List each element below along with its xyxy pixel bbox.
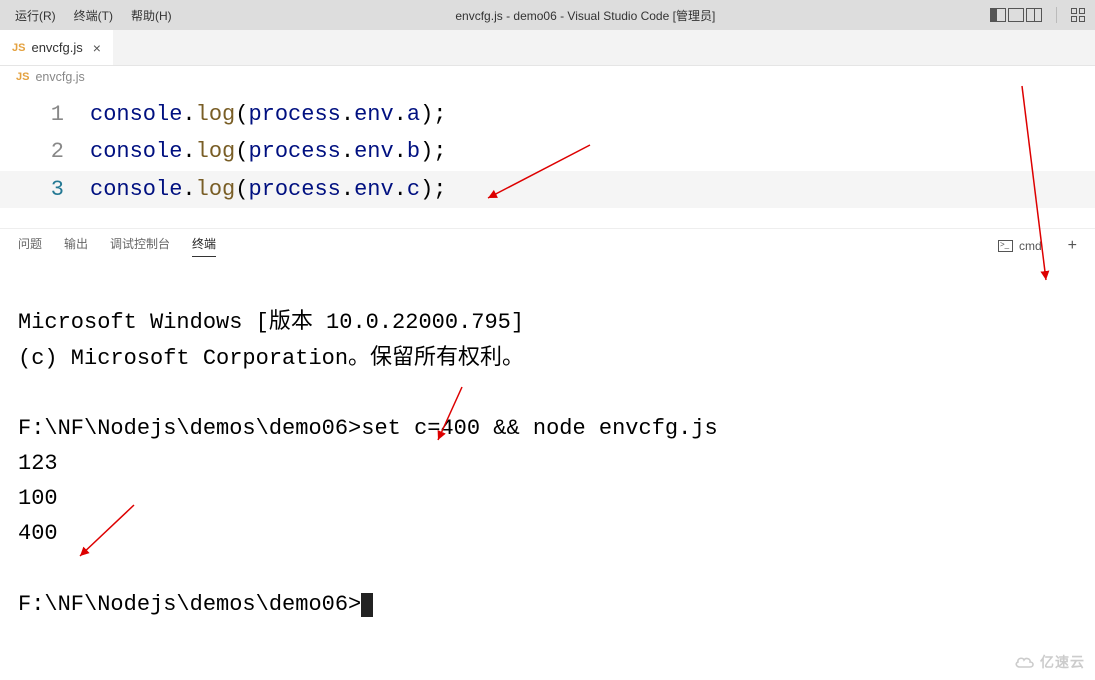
terminal-output[interactable]: Microsoft Windows [版本 10.0.22000.795] (c… <box>0 262 1095 640</box>
terminal-prompt: F:\NF\Nodejs\demos\demo06> <box>18 416 361 441</box>
terminal-icon <box>998 240 1013 252</box>
menu-bar: 运行(R) 终端(T) 帮助(H) <box>6 7 181 24</box>
code-editor[interactable]: 1 console.log(process.env.a); 2 console.… <box>0 88 1095 228</box>
panel-tab-bar: 问题 输出 调试控制台 终端 cmd + <box>0 228 1095 262</box>
customize-layout-icon[interactable] <box>1071 8 1089 22</box>
code-line: 1 console.log(process.env.a); <box>0 96 1095 133</box>
panel-tab-terminal[interactable]: 终端 <box>192 235 216 257</box>
breadcrumb-file: envcfg.js <box>35 70 84 84</box>
code-text: console.log(process.env.a); <box>90 96 446 133</box>
window-title: envcfg.js - demo06 - Visual Studio Code … <box>181 7 990 24</box>
close-tab-icon[interactable]: × <box>93 40 101 56</box>
panel-tab-output[interactable]: 输出 <box>64 235 88 256</box>
new-terminal-icon[interactable]: + <box>1068 237 1077 255</box>
breadcrumb[interactable]: JS envcfg.js <box>0 66 1095 88</box>
tab-label: envcfg.js <box>31 40 82 55</box>
menu-terminal[interactable]: 终端(T) <box>65 7 122 24</box>
terminal-line: 100 <box>18 486 58 511</box>
js-file-icon: JS <box>12 42 25 54</box>
panel-tab-debug[interactable]: 调试控制台 <box>110 235 170 256</box>
code-line: 3 console.log(process.env.c); <box>0 171 1095 208</box>
terminal-line: 123 <box>18 451 58 476</box>
watermark: 亿速云 <box>1014 652 1085 672</box>
terminal-shell-name: cmd <box>1019 239 1042 253</box>
terminal-prompt: F:\NF\Nodejs\demos\demo06> <box>18 592 361 617</box>
code-text: console.log(process.env.c); <box>90 171 446 208</box>
panel-tab-problems[interactable]: 问题 <box>18 235 42 256</box>
layout-left-icon[interactable] <box>990 8 1006 22</box>
layout-right-icon[interactable] <box>1026 8 1042 22</box>
titlebar-right <box>990 7 1089 23</box>
line-number: 3 <box>0 171 90 208</box>
menu-run[interactable]: 运行(R) <box>6 7 65 24</box>
layout-bottom-icon[interactable] <box>1008 8 1024 22</box>
cloud-icon <box>1014 654 1036 670</box>
line-number: 2 <box>0 133 90 170</box>
terminal-command: set c=400 && node envcfg.js <box>361 416 717 441</box>
code-line: 2 console.log(process.env.b); <box>0 133 1095 170</box>
editor-tab-bar: JS envcfg.js × <box>0 30 1095 66</box>
js-file-icon: JS <box>16 71 29 83</box>
menu-help[interactable]: 帮助(H) <box>122 7 181 24</box>
code-text: console.log(process.env.b); <box>90 133 446 170</box>
terminal-line: (c) Microsoft Corporation。保留所有权利。 <box>18 346 524 371</box>
terminal-shell-selector[interactable]: cmd <box>998 239 1042 253</box>
line-number: 1 <box>0 96 90 133</box>
terminal-line: Microsoft Windows [版本 10.0.22000.795] <box>18 310 524 335</box>
titlebar: 运行(R) 终端(T) 帮助(H) envcfg.js - demo06 - V… <box>0 0 1095 30</box>
terminal-cursor <box>361 593 373 617</box>
layout-icons <box>990 8 1042 22</box>
tab-envcfg[interactable]: JS envcfg.js × <box>0 30 113 65</box>
separator <box>1056 7 1057 23</box>
terminal-line: 400 <box>18 521 58 546</box>
